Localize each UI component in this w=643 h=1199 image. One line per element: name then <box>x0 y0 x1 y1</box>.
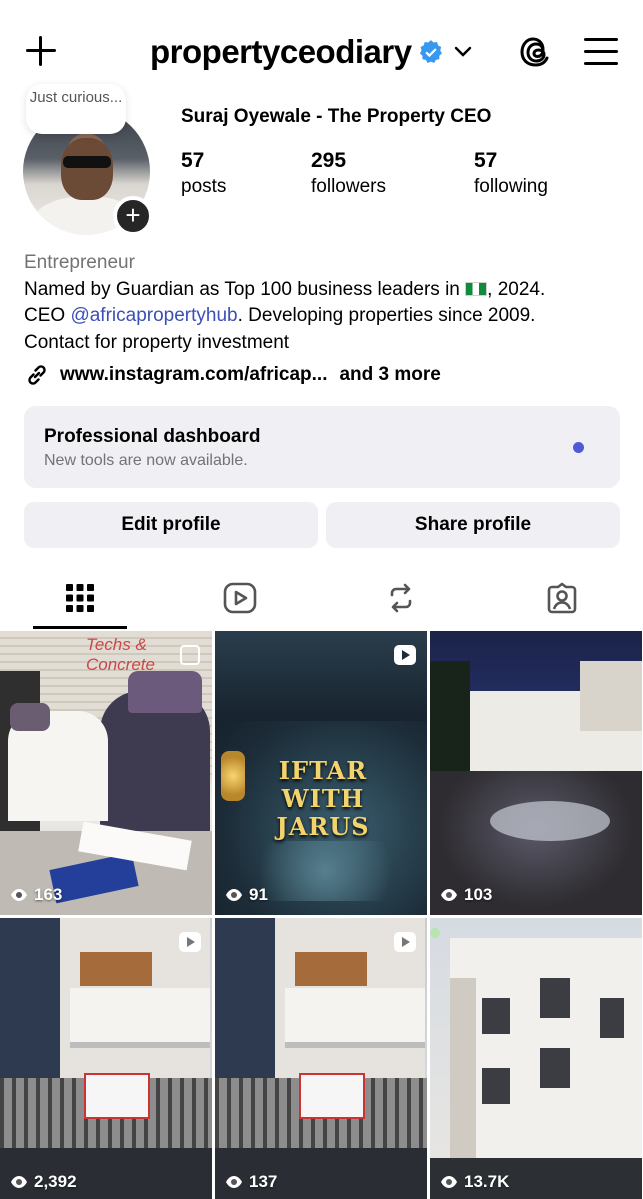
stat-following-count: 57 <box>474 149 498 172</box>
profile-full-name: Suraj Oyewale - The Property CEO <box>181 106 492 127</box>
grid-tab-icon[interactable] <box>62 580 98 616</box>
stat-followers-count: 295 <box>311 149 347 172</box>
post-views: 163 <box>10 885 62 905</box>
views-eye-icon <box>226 889 242 901</box>
menu-hamburger-button[interactable] <box>584 38 618 66</box>
post-tile[interactable]: 2,392 <box>0 918 212 1199</box>
note-bubble[interactable]: Just curious... <box>26 84 126 134</box>
nigeria-flag-icon <box>465 281 488 296</box>
post-views: 91 <box>225 885 268 905</box>
post-views: 13.7K <box>440 1172 509 1192</box>
professional-dashboard-card[interactable]: Professional dashboard New tools are now… <box>24 406 620 488</box>
stat-followers[interactable]: 295 followers <box>311 148 386 200</box>
post-views: 2,392 <box>10 1172 77 1192</box>
chevron-down-icon[interactable] <box>454 46 472 58</box>
username-title: propertyceodiary <box>150 33 412 70</box>
reel-icon <box>394 645 416 665</box>
post-tile[interactable]: Techs & Concrete 163 <box>0 631 212 915</box>
account-switcher[interactable]: propertyceodiary <box>150 30 472 74</box>
more-links[interactable]: and 3 more <box>339 364 440 386</box>
bio-line-2: CEO @africapropertyhub. Developing prope… <box>24 305 536 326</box>
post-tile[interactable]: 137 <box>215 918 427 1199</box>
dashboard-subtitle: New tools are now available. <box>44 452 248 469</box>
create-plus-button[interactable] <box>24 34 58 68</box>
reels-tab-icon[interactable] <box>222 580 258 616</box>
external-link-url[interactable]: www.instagram.com/africap... <box>60 364 327 386</box>
views-eye-icon <box>441 889 457 901</box>
stat-following-label: following <box>474 176 548 197</box>
post-tile[interactable]: IFTAR WITH JARUS 91 <box>215 631 427 915</box>
bio-mention-link[interactable]: @africapropertyhub <box>70 305 237 326</box>
views-eye-icon <box>11 889 27 901</box>
bio-line-1: Named by Guardian as Top 100 business le… <box>24 278 546 300</box>
tagged-tab-icon[interactable] <box>544 580 580 616</box>
stat-posts-label: posts <box>181 176 227 197</box>
external-links[interactable]: www.instagram.com/africap... and 3 more <box>24 362 441 388</box>
post-tile[interactable]: 13.7K <box>430 918 642 1199</box>
reel-icon <box>394 932 416 952</box>
reposts-tab-icon[interactable] <box>383 580 419 616</box>
post-views: 103 <box>440 885 492 905</box>
stat-posts[interactable]: 57 posts <box>181 148 226 200</box>
notification-dot <box>573 442 584 453</box>
threads-icon[interactable] <box>519 34 555 70</box>
link-icon <box>28 365 46 385</box>
edit-profile-button[interactable]: Edit profile <box>24 502 318 548</box>
bio-category: Entrepreneur <box>24 252 135 273</box>
stat-followers-label: followers <box>311 176 386 197</box>
post-caption: IFTAR WITH JARUS <box>276 756 370 841</box>
stat-following[interactable]: 57 following <box>474 148 548 200</box>
profile-tabs <box>0 570 643 630</box>
views-eye-icon <box>441 1176 457 1188</box>
verified-badge-icon <box>419 40 442 63</box>
bio: Entrepreneur Named by Guardian as Top 10… <box>24 250 624 356</box>
stat-posts-count: 57 <box>181 149 205 172</box>
views-eye-icon <box>11 1176 27 1188</box>
reel-icon <box>179 932 201 952</box>
add-story-button[interactable]: + <box>113 196 153 236</box>
dashboard-title: Professional dashboard <box>44 426 261 447</box>
bio-line-3: Contact for property investment <box>24 331 290 353</box>
share-profile-button[interactable]: Share profile <box>326 502 620 548</box>
post-tile[interactable]: 103 <box>430 631 642 915</box>
active-tab-indicator <box>33 626 127 629</box>
post-views: 137 <box>225 1172 277 1192</box>
views-eye-icon <box>226 1176 242 1188</box>
